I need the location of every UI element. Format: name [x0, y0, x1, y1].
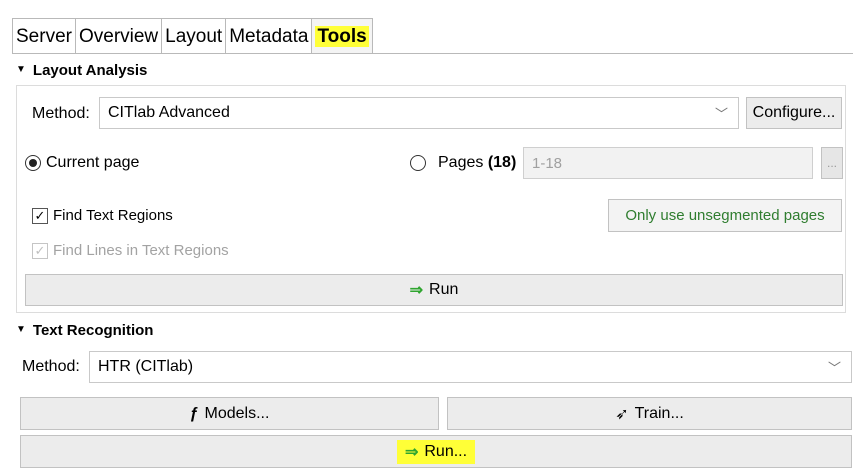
find-text-regions-label: Find Text Regions: [53, 207, 173, 224]
run-highlight: ⇒ Run...: [396, 439, 476, 464]
find-lines-checkbox: ✓: [32, 242, 48, 259]
tab-tools[interactable]: Tools: [311, 18, 373, 54]
current-page-option[interactable]: Current page: [25, 154, 139, 172]
run-arrow-icon: ⇒: [404, 443, 419, 461]
la-method-select[interactable]: CITlab Advanced ﹀: [99, 97, 739, 129]
collapse-triangle-icon: ▼: [16, 64, 26, 75]
text-recognition-run-button[interactable]: ⇒ Run...: [20, 435, 852, 468]
find-text-regions-checkbox[interactable]: ✓: [32, 207, 48, 224]
current-page-radio[interactable]: [25, 155, 41, 171]
layout-analysis-header[interactable]: ▼ Layout Analysis: [16, 62, 147, 79]
configure-button[interactable]: Configure...: [746, 97, 842, 129]
pages-radio[interactable]: [410, 155, 426, 171]
tab-tools-label: Tools: [315, 26, 369, 47]
train-button[interactable]: ➶ Train...: [447, 397, 852, 430]
models-button[interactable]: ƒ Models...: [20, 397, 439, 430]
only-unsegmented-button[interactable]: Only use unsegmented pages: [608, 199, 842, 232]
chevron-down-icon: ﹀: [827, 360, 841, 376]
find-text-regions-option[interactable]: ✓ Find Text Regions: [32, 207, 173, 224]
find-lines-option: ✓ Find Lines in Text Regions: [32, 242, 229, 259]
text-recognition-header[interactable]: ▼ Text Recognition: [16, 322, 153, 339]
find-lines-label: Find Lines in Text Regions: [53, 242, 229, 259]
tab-server[interactable]: Server: [12, 18, 75, 54]
run-arrow-icon: ⇒: [409, 282, 424, 299]
models-label: Models...: [204, 404, 270, 422]
tr-method-value: HTR (CITlab): [98, 358, 194, 375]
tab-overview[interactable]: Overview: [74, 18, 162, 54]
tr-method-label: Method:: [22, 358, 80, 375]
pages-ellipsis-button[interactable]: ...: [821, 147, 843, 179]
tab-metadata[interactable]: Metadata: [225, 18, 312, 54]
layout-analysis-title: Layout Analysis: [32, 62, 148, 79]
configure-button-label: Configure...: [752, 104, 836, 121]
current-page-label: Current page: [46, 154, 140, 171]
collapse-triangle-icon: ▼: [16, 324, 26, 335]
tr-method-select[interactable]: HTR (CITlab) ﹀: [89, 351, 852, 383]
pages-range-input[interactable]: 1-18: [523, 147, 813, 179]
tab-layout[interactable]: Layout: [161, 18, 226, 54]
train-icon: ➶: [615, 405, 629, 423]
la-run-label: Run: [429, 281, 459, 298]
text-recognition-title: Text Recognition: [32, 322, 154, 339]
tab-bar: Server Overview Layout Metadata Tools: [12, 18, 373, 54]
pages-option[interactable]: Pages (18): [410, 154, 516, 172]
layout-analysis-run-button[interactable]: ⇒ Run: [25, 274, 843, 306]
la-method-label: Method:: [32, 105, 90, 122]
tr-run-label: Run...: [424, 442, 468, 460]
models-icon: ƒ: [189, 404, 199, 422]
train-label: Train...: [634, 404, 684, 422]
chevron-down-icon: ﹀: [714, 106, 728, 122]
pages-label: Pages (18): [438, 154, 517, 171]
la-method-value: CITlab Advanced: [108, 104, 230, 121]
